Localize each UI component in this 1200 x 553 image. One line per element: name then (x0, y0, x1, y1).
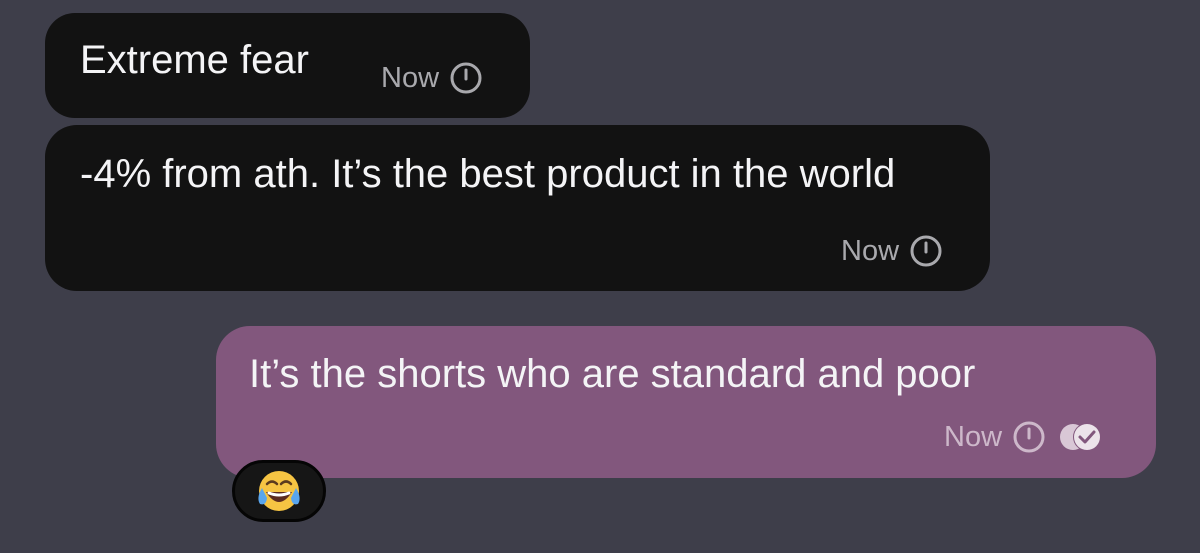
message-time: Now (381, 62, 440, 94)
message-time: Now (944, 421, 1003, 453)
reaction-badge[interactable]: 😂 (232, 460, 326, 522)
message-time: Now (841, 235, 900, 267)
message-text: Extreme fear (80, 38, 309, 82)
double-check-icon (1060, 423, 1102, 451)
message-meta: Now (381, 61, 483, 95)
clock-icon (1013, 421, 1045, 453)
message-bubble-outgoing[interactable]: It’s the shorts who are standard and poo… (216, 326, 1156, 478)
message-bubble-incoming[interactable]: Extreme fear Now (45, 13, 530, 118)
clock-icon (910, 235, 942, 267)
face-with-tears-of-joy-icon (258, 471, 300, 511)
message-text: It’s the shorts who are standard and poo… (249, 352, 976, 396)
clock-icon (450, 62, 482, 94)
message-meta: Now (944, 420, 1104, 454)
message-bubble-incoming[interactable]: -4% from ath. It’s the best product in t… (45, 125, 990, 291)
message-text: -4% from ath. It’s the best product in t… (80, 152, 896, 196)
message-meta: Now (841, 234, 943, 268)
